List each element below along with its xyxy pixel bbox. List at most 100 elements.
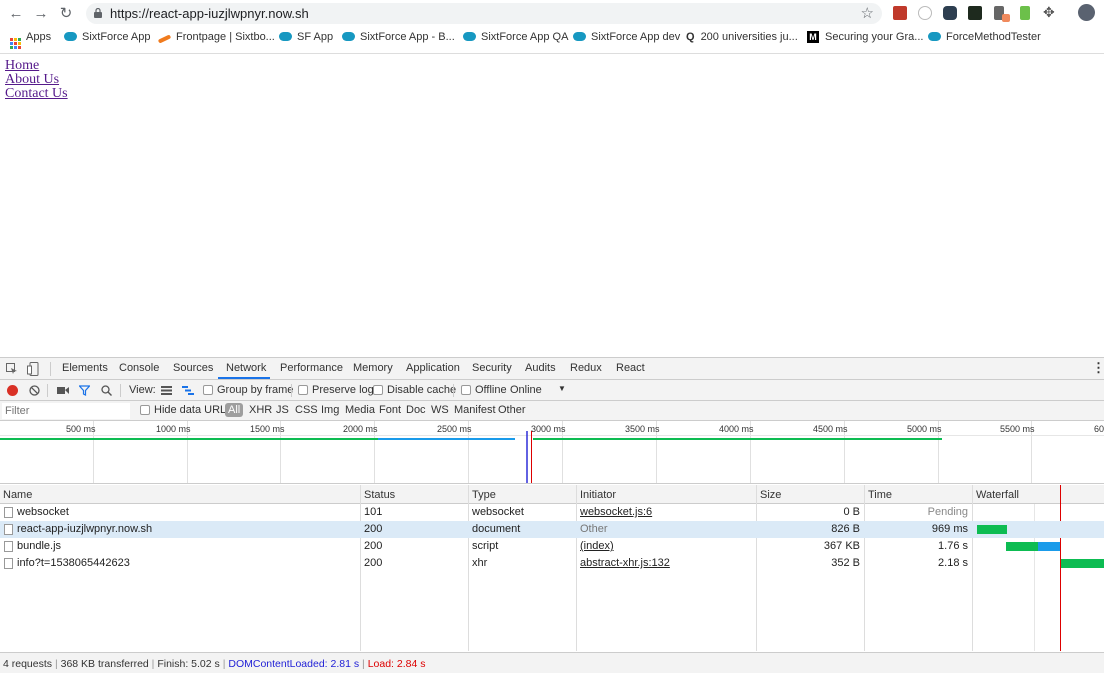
extension-circle-icon[interactable] (918, 6, 932, 20)
request-type: script (472, 540, 499, 552)
address-bar[interactable]: https://react-app-iuzjlwpnyr.now.sh ☆ (86, 3, 882, 24)
bookmark-sixtforce-app[interactable]: SixtForce App (64, 31, 150, 45)
filter-type-font[interactable]: Font (379, 404, 401, 416)
bookmark-apps[interactable]: Apps (10, 31, 51, 49)
tab-sources[interactable]: Sources (173, 362, 213, 374)
record-icon[interactable] (7, 385, 18, 396)
disable-cache-checkbox[interactable] (373, 385, 383, 395)
bookmark-label: 200 universities ju... (700, 31, 798, 43)
filter-type-other[interactable]: Other (498, 404, 526, 416)
network-overview-timeline[interactable]: 500 ms 1000 ms 1500 ms 2000 ms 2500 ms 3… (0, 421, 1104, 484)
filter-type-ws[interactable]: WS (431, 404, 449, 416)
clear-icon[interactable] (29, 385, 40, 396)
salesforce-cloud-icon (342, 32, 355, 41)
inspect-element-icon[interactable] (6, 363, 18, 375)
request-initiator-link[interactable]: abstract-xhr.js:132 (580, 557, 670, 569)
column-header-type[interactable]: Type (472, 489, 496, 501)
bookmark-securing[interactable]: M Securing your Gra... (807, 31, 923, 45)
bookmark-sixtforce-b[interactable]: SixtForce App - B... (342, 31, 455, 45)
tick-label: 4000 ms (719, 424, 754, 434)
table-row[interactable]: react-app-iuzjlwpnyr.now.sh 200 document… (0, 521, 1104, 538)
tab-react[interactable]: React (616, 362, 645, 374)
dom-content-loaded-marker (526, 431, 528, 483)
bookmark-sf-app[interactable]: SF App (279, 31, 333, 45)
bookmark-forcemethodtester[interactable]: ForceMethodTester (928, 31, 1041, 45)
filter-funnel-icon[interactable] (79, 385, 90, 396)
bookmark-sixtforce-dev[interactable]: SixtForce App dev (573, 31, 680, 45)
request-size: 0 B (843, 506, 860, 518)
column-header-time[interactable]: Time (868, 489, 892, 501)
active-tab-indicator (218, 377, 270, 379)
tab-elements[interactable]: Elements (62, 362, 108, 374)
back-arrow-icon[interactable]: ← (7, 5, 25, 23)
large-rows-icon[interactable] (161, 386, 172, 395)
tab-performance[interactable]: Performance (280, 362, 343, 374)
table-row[interactable]: info?t=1538065442623 200 xhr abstract-xh… (0, 555, 1104, 572)
tab-network[interactable]: Network (226, 362, 266, 374)
tab-audits[interactable]: Audits (525, 362, 556, 374)
bookmark-star-icon[interactable]: ☆ (861, 4, 874, 22)
request-initiator-link[interactable]: (index) (580, 540, 614, 552)
hide-data-urls-checkbox[interactable] (140, 405, 150, 415)
home-link[interactable]: Home (5, 59, 68, 73)
tick-label: 3500 ms (625, 424, 660, 434)
device-toolbar-icon[interactable] (27, 362, 39, 376)
extension-green-icon[interactable] (1020, 6, 1030, 20)
filter-type-css[interactable]: CSS (295, 404, 318, 416)
tab-security[interactable]: Security (472, 362, 512, 374)
tab-console[interactable]: Console (119, 362, 159, 374)
filter-input[interactable] (2, 403, 130, 419)
table-row[interactable]: websocket 101 websocket websocket.js:6 0… (0, 504, 1104, 521)
filter-type-doc[interactable]: Doc (406, 404, 426, 416)
overview-bar-xhr (533, 438, 942, 440)
contact-us-link[interactable]: Contact Us (5, 87, 68, 101)
salesforce-cloud-icon (573, 32, 586, 41)
tab-redux[interactable]: Redux (570, 362, 602, 374)
preserve-log-checkbox[interactable] (298, 385, 308, 395)
filter-type-media[interactable]: Media (345, 404, 375, 416)
column-header-size[interactable]: Size (760, 489, 781, 501)
network-status-bar: 4 requests | 368 KB transferred | Finish… (0, 652, 1104, 673)
request-time: 2.18 s (938, 557, 968, 569)
tab-application[interactable]: Application (406, 362, 460, 374)
search-icon[interactable] (101, 385, 112, 396)
filter-type-js[interactable]: JS (276, 404, 289, 416)
move-cross-icon[interactable]: ✥ (1043, 5, 1057, 20)
bookmark-frontpage[interactable]: Frontpage | Sixtbo... (157, 31, 275, 45)
group-by-frame-checkbox[interactable] (203, 385, 213, 395)
request-initiator-link[interactable]: websocket.js:6 (580, 506, 652, 518)
table-row[interactable]: bundle.js 200 script (index) 367 KB 1.76… (0, 538, 1104, 555)
column-header-waterfall[interactable]: Waterfall (976, 489, 1019, 501)
extension-dark-icon[interactable] (943, 6, 957, 20)
about-us-link[interactable]: About Us (5, 73, 68, 87)
reload-icon[interactable]: ↻ (57, 5, 75, 23)
extension-red-icon[interactable] (893, 6, 907, 20)
column-header-initiator[interactable]: Initiator (580, 489, 616, 501)
filter-type-all[interactable]: All (225, 403, 244, 417)
waterfall-bar-download (1038, 542, 1060, 551)
request-status: 200 (364, 523, 383, 535)
bookmark-200-universities[interactable]: Q 200 universities ju... (686, 31, 798, 45)
load-marker (531, 431, 532, 483)
filter-type-manifest[interactable]: Manifest (454, 404, 496, 416)
more-options-icon[interactable]: ⋮ (1092, 360, 1104, 376)
capture-screenshots-icon[interactable] (57, 386, 69, 395)
column-header-status[interactable]: Status (364, 489, 395, 501)
group-by-frame-label: Group by frame (217, 384, 294, 396)
tick-label: 600 (1094, 424, 1104, 434)
bookmarks-bar: Apps SixtForce App Frontpage | Sixtbo...… (0, 29, 1104, 49)
tab-memory[interactable]: Memory (353, 362, 393, 374)
column-header-name[interactable]: Name (3, 489, 32, 501)
offline-checkbox[interactable] (461, 385, 471, 395)
forward-arrow-icon[interactable]: → (32, 5, 50, 23)
filter-type-xhr[interactable]: XHR (249, 404, 272, 416)
filter-type-img[interactable]: Img (321, 404, 339, 416)
bookmark-sixtforce-qa[interactable]: SixtForce App QA (463, 31, 568, 45)
extension-vim-icon[interactable] (968, 6, 982, 20)
throttle-value: Online (510, 384, 542, 396)
tick-label: 1000 ms (156, 424, 191, 434)
avatar[interactable] (1078, 4, 1095, 21)
throttle-select[interactable]: Online ▼ (508, 382, 570, 399)
request-type: xhr (472, 557, 488, 569)
waterfall-overview-icon[interactable] (182, 386, 194, 395)
